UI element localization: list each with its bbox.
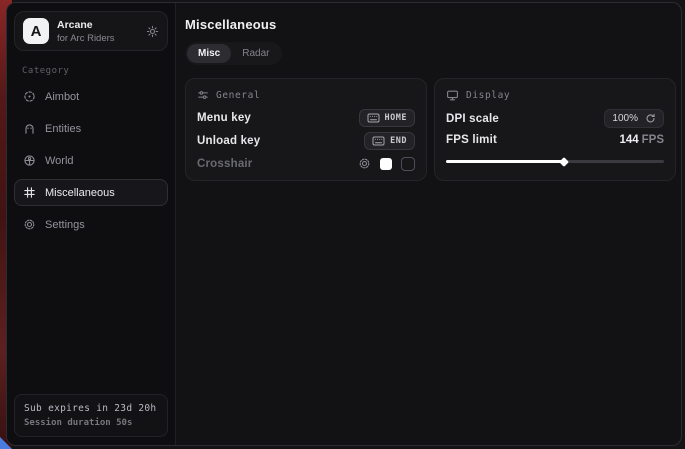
session-duration-text: Session duration 50s — [24, 418, 158, 428]
aimbot-crosshair-icon — [23, 90, 36, 103]
unload-key-label: Unload key — [197, 135, 260, 147]
category-nav: Aimbot Entities Wo — [14, 83, 168, 238]
sidebar-item-label: Settings — [45, 219, 85, 231]
crosshair-controls — [358, 157, 415, 171]
unload-key-row: Unload key END — [197, 129, 415, 152]
fps-limit-unit: FPS — [642, 134, 664, 146]
app-logo: A — [23, 18, 49, 44]
main-content: Miscellaneous Misc Radar General — [176, 3, 681, 445]
general-panel-header: General — [197, 89, 415, 101]
dpi-scale-label: DPI scale — [446, 113, 499, 125]
category-label: Category — [22, 66, 168, 76]
display-panel: Display DPI scale 100% — [434, 78, 676, 181]
dpi-scale-row: DPI scale 100% — [446, 107, 664, 130]
entities-icon — [23, 122, 36, 135]
sidebar-item-label: Aimbot — [45, 91, 79, 103]
overlay-window: A Arcane for Arc Riders Category — [6, 2, 682, 446]
menu-key-value: HOME — [385, 113, 407, 123]
crosshair-checkbox[interactable] — [401, 157, 415, 171]
sliders-icon — [197, 89, 209, 101]
crosshair-color-swatch[interactable] — [380, 158, 392, 170]
fps-slider-fill — [446, 160, 564, 163]
dpi-scale-value: 100% — [612, 113, 638, 124]
sub-expires-text: Sub expires in 23d 20h — [24, 403, 158, 414]
fps-limit-value-wrap: 144 FPS — [619, 134, 664, 146]
crosshair-label: Crosshair — [197, 158, 253, 170]
fps-limit-label: FPS limit — [446, 134, 497, 146]
settings-gear-icon — [23, 218, 36, 231]
fps-slider-thumb[interactable] — [559, 157, 569, 167]
sidebar-item-world[interactable]: World — [14, 147, 168, 174]
fps-limit-row: FPS limit 144 FPS — [446, 130, 664, 150]
profile-text: Arcane for Arc Riders — [57, 19, 115, 44]
crosshair-options-gear-icon[interactable] — [358, 157, 371, 170]
sidebar-item-miscellaneous[interactable]: Miscellaneous — [14, 179, 168, 206]
menu-key-label: Menu key — [197, 112, 251, 124]
sidebar: A Arcane for Arc Riders Category — [7, 3, 176, 445]
panels-row: General Menu key HOME — [185, 78, 676, 181]
general-panel: General Menu key HOME — [185, 78, 427, 181]
miscellaneous-grid-icon — [23, 186, 36, 199]
sidebar-item-entities[interactable]: Entities — [14, 115, 168, 142]
keyboard-icon — [367, 113, 380, 123]
sidebar-item-label: Entities — [45, 123, 81, 135]
menu-key-row: Menu key HOME — [197, 106, 415, 129]
fps-limit-value: 144 — [619, 134, 638, 146]
page-title: Miscellaneous — [185, 17, 676, 32]
app-name: Arcane — [57, 19, 115, 31]
subscription-card: Sub expires in 23d 20h Session duration … — [14, 394, 168, 437]
fps-limit-slider[interactable] — [446, 160, 664, 163]
display-panel-header: Display — [446, 89, 664, 102]
tab-radar[interactable]: Radar — [231, 44, 280, 63]
app-subtitle: for Arc Riders — [57, 33, 115, 44]
crosshair-row: Crosshair — [197, 152, 415, 175]
dpi-scale-select[interactable]: 100% — [604, 109, 664, 128]
general-panel-title: General — [216, 90, 260, 101]
unload-key-bind-button[interactable]: END — [364, 132, 415, 150]
menu-key-bind-button[interactable]: HOME — [359, 109, 415, 127]
sidebar-spacer — [14, 238, 168, 394]
tab-misc[interactable]: Misc — [187, 44, 231, 63]
profile-gear-icon[interactable] — [146, 25, 159, 38]
sidebar-item-aimbot[interactable]: Aimbot — [14, 83, 168, 110]
world-globe-icon — [23, 154, 36, 167]
profile-card: A Arcane for Arc Riders — [14, 11, 168, 51]
sidebar-item-settings[interactable]: Settings — [14, 211, 168, 238]
refresh-icon[interactable] — [645, 113, 656, 124]
keyboard-icon — [372, 136, 385, 146]
sidebar-item-label: World — [45, 155, 74, 167]
display-panel-title: Display — [466, 90, 510, 101]
screen: A Arcane for Arc Riders Category — [0, 0, 685, 449]
monitor-icon — [446, 89, 459, 102]
tab-bar: Misc Radar — [185, 42, 282, 65]
sidebar-item-label: Miscellaneous — [45, 187, 115, 199]
unload-key-value: END — [390, 136, 407, 146]
